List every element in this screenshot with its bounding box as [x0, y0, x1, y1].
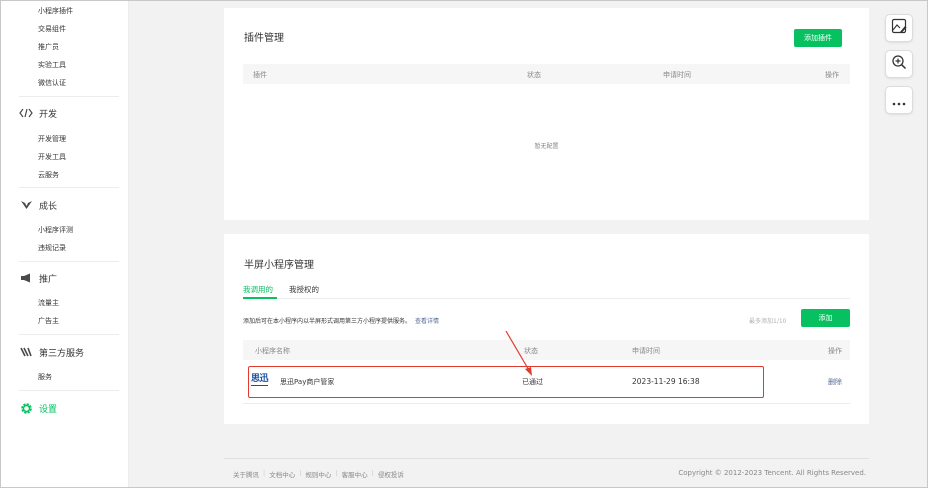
column-header: 操作 — [828, 347, 842, 355]
footer-links: 关于腾讯 | 文档中心 | 规则中心 | 客服中心 | 侵权投诉 — [229, 469, 408, 479]
zoom-in-button[interactable] — [885, 50, 913, 78]
delete-link[interactable]: 删除 — [828, 377, 842, 387]
section-title: 半屏小程序管理 — [244, 260, 314, 271]
sidebar-item-wechat-verify[interactable]: 微信认证 — [38, 78, 66, 88]
third-party-icon — [19, 345, 33, 359]
sidebar-group-label: 第三方服务 — [39, 348, 85, 359]
column-header: 插件 — [253, 71, 267, 79]
sidebar-group-label: 设置 — [39, 404, 58, 415]
footer-link-about[interactable]: 关于腾讯 — [229, 469, 263, 479]
footer-link-rules[interactable]: 规则中心 — [301, 469, 335, 479]
tab-my-calls[interactable]: 我调用的 — [243, 284, 273, 295]
sidebar-item-evaluation[interactable]: 小程序评测 — [38, 225, 73, 235]
sidebar-group-label: 开发 — [39, 109, 58, 120]
sidebar-group-develop[interactable]: 开发 — [19, 106, 57, 120]
column-header: 操作 — [825, 71, 839, 79]
more-button[interactable] — [885, 86, 913, 114]
sidebar-item-dev-tools[interactable]: 开发工具 — [38, 152, 66, 162]
quota-text: 最多添加1/10 — [749, 318, 787, 325]
sidebar-item-experiment-tools[interactable]: 实验工具 — [38, 60, 66, 70]
column-header: 申请时间 — [663, 71, 691, 79]
edit-image-button[interactable] — [885, 14, 913, 42]
tab-bar: 我调用的 我授权的 — [243, 283, 850, 299]
description-text: 添加后可在本小程序内以半屏形式调用第三方小程序提供服务。 查看详情 — [243, 316, 439, 325]
sidebar-group-promotion[interactable]: 推广 — [19, 271, 57, 285]
edit-image-icon — [891, 18, 907, 38]
growth-icon — [19, 198, 33, 212]
sidebar-divider — [19, 187, 119, 188]
add-plugin-button[interactable]: 添加插件 — [794, 29, 842, 47]
column-header: 小程序名称 — [255, 347, 290, 355]
code-icon — [19, 106, 33, 120]
sidebar-item-advertiser[interactable]: 广告主 — [38, 316, 59, 326]
page-title: 插件管理 — [244, 33, 284, 44]
description-label: 添加后可在本小程序内以半屏形式调用第三方小程序提供服务。 — [243, 318, 412, 325]
footer-link-support[interactable]: 客服中心 — [338, 469, 372, 479]
column-header: 申请时间 — [632, 347, 660, 355]
sidebar-item-cloud-service[interactable]: 云服务 — [38, 170, 59, 180]
sidebar-divider — [19, 261, 119, 262]
sidebar: 小程序插件 交易组件 推广员 实验工具 微信认证 开发 开发管理 开发工具 云服… — [1, 0, 129, 488]
sidebar-item-dev-manage[interactable]: 开发管理 — [38, 134, 66, 144]
annotation-arrow-icon — [505, 330, 532, 376]
add-button[interactable]: 添加 — [801, 309, 850, 327]
miniprogram-table-header: 小程序名称 状态 申请时间 操作 — [243, 340, 850, 360]
sidebar-item-violations[interactable]: 违规记录 — [38, 243, 66, 253]
empty-state-text: 暂无配置 — [534, 143, 559, 150]
tab-my-authorizations[interactable]: 我授权的 — [289, 284, 319, 295]
plugin-management-card: 插件管理 添加插件 插件 状态 申请时间 操作 暂无配置 — [224, 8, 869, 220]
sidebar-item-traffic-owner[interactable]: 流量主 — [38, 298, 59, 308]
active-tab-indicator — [243, 297, 277, 299]
sidebar-divider — [19, 96, 119, 97]
view-details-link[interactable]: 查看详情 — [415, 318, 439, 325]
sidebar-group-settings[interactable]: 设置 — [19, 401, 57, 415]
gear-icon — [19, 401, 33, 415]
footer: 关于腾讯 | 文档中心 | 规则中心 | 客服中心 | 侵权投诉 Copyright ©… — [224, 458, 869, 488]
sidebar-group-third-party[interactable]: 第三方服务 — [19, 345, 84, 359]
more-icon — [892, 91, 906, 110]
footer-link-docs[interactable]: 文档中心 — [265, 469, 299, 479]
megaphone-icon — [19, 271, 33, 285]
sidebar-divider — [19, 334, 119, 335]
copyright-text: Copyright © 2012-2023 Tencent. All Right… — [678, 469, 866, 477]
sidebar-group-label: 推广 — [39, 274, 58, 285]
sidebar-item-trade-components[interactable]: 交易组件 — [38, 24, 66, 34]
sidebar-divider — [19, 390, 119, 391]
column-header: 状态 — [527, 71, 541, 79]
sidebar-item-plugins[interactable]: 小程序插件 — [38, 6, 73, 16]
footer-link-complaint[interactable]: 侵权投诉 — [374, 469, 408, 479]
sidebar-group-growth[interactable]: 成长 — [19, 198, 57, 212]
zoom-in-icon — [891, 54, 907, 74]
sidebar-group-label: 成长 — [39, 201, 58, 212]
plugin-table-header: 插件 状态 申请时间 操作 — [243, 64, 850, 84]
sidebar-item-promoter[interactable]: 推广员 — [38, 42, 59, 52]
sidebar-item-service[interactable]: 服务 — [38, 372, 52, 382]
